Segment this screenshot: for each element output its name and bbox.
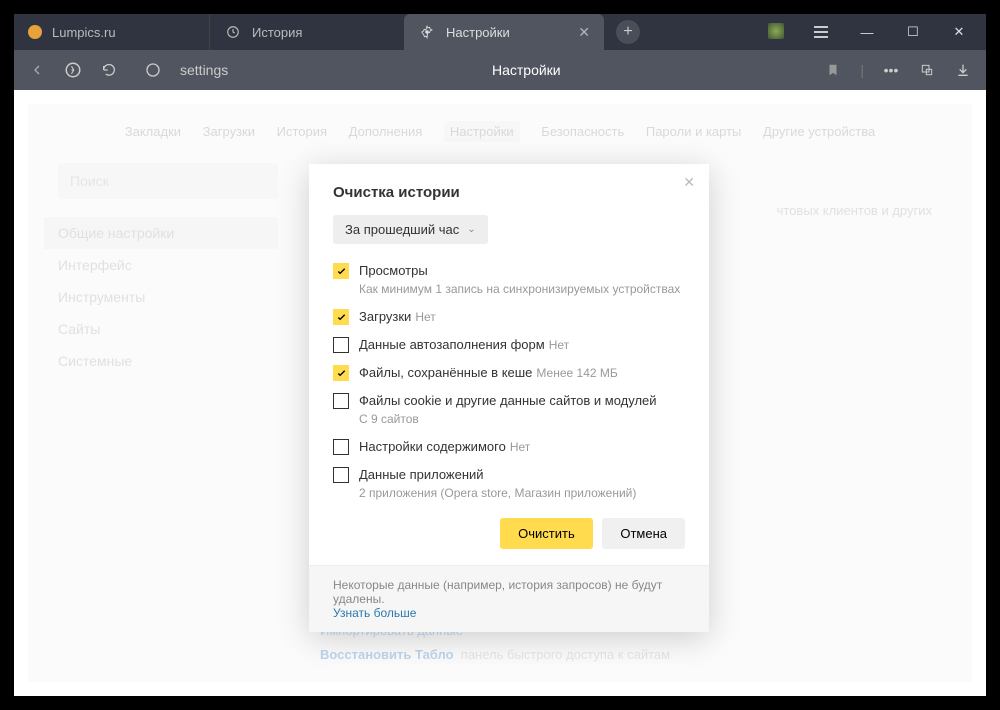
lock-icon [144,61,162,79]
maximize-icon[interactable]: ☐ [904,23,922,41]
option-label: Настройки содержимогоНет [359,438,530,456]
option-row: Данные приложений2 приложения (Opera sto… [333,466,685,502]
tab-strip: Lumpics.ru История Настройки ✕ + — ☐ ✕ [14,14,986,50]
more-icon[interactable]: ••• [882,61,900,79]
option-label: Данные автозаполнения формНет [359,336,569,354]
checkbox[interactable] [333,393,349,409]
tab-label: История [252,25,302,40]
gear-icon [418,23,436,41]
clock-icon [224,23,242,41]
download-icon[interactable] [954,61,972,79]
dropdown-value: За прошедший час [345,222,459,237]
address-bar: settings Настройки | ••• [14,50,986,90]
close-icon[interactable]: ✕ [683,174,695,191]
clear-button[interactable]: Очистить [500,518,593,549]
option-row: Данные автозаполнения формНет [333,336,685,354]
separator: | [860,62,864,78]
option-label: Файлы cookie и другие данные сайтов и мо… [359,392,657,428]
close-icon[interactable]: ✕ [578,24,590,41]
tab-label: Настройки [446,25,510,40]
extensions-icon[interactable] [918,61,936,79]
avatar-icon[interactable] [768,23,784,39]
close-window-icon[interactable]: ✕ [950,23,968,41]
checkbox[interactable] [333,365,349,381]
checkbox[interactable] [333,309,349,325]
option-label: Файлы, сохранённые в кешеМенее 142 МБ [359,364,618,382]
time-range-dropdown[interactable]: За прошедший час ⌄ [333,215,488,244]
reload-icon[interactable] [100,61,118,79]
menu-icon[interactable] [812,23,830,41]
footer-note: Некоторые данные (например, история запр… [333,578,662,606]
minimize-icon[interactable]: — [858,23,876,41]
checkbox[interactable] [333,263,349,279]
option-row: ПросмотрыКак минимум 1 запись на синхрон… [333,262,685,298]
back-icon[interactable] [28,61,46,79]
bookmark-icon[interactable] [824,61,842,79]
chevron-down-icon: ⌄ [467,224,475,235]
new-tab-button[interactable]: + [616,20,640,44]
option-label: ПросмотрыКак минимум 1 запись на синхрон… [359,262,680,298]
option-row: Файлы, сохранённые в кешеМенее 142 МБ [333,364,685,382]
option-row: Файлы cookie и другие данные сайтов и мо… [333,392,685,428]
checkbox[interactable] [333,467,349,483]
option-label: Данные приложений2 приложения (Opera sto… [359,466,636,502]
tab-settings[interactable]: Настройки ✕ [404,14,604,50]
option-label: ЗагрузкиНет [359,308,436,326]
url-text[interactable]: settings [180,62,228,78]
cancel-button[interactable]: Отмена [602,518,685,549]
clear-history-modal: ✕ Очистка истории За прошедший час ⌄ Про… [309,164,709,632]
yandex-icon[interactable] [64,61,82,79]
tab-lumpics[interactable]: Lumpics.ru [14,14,209,50]
tab-history[interactable]: История [209,14,404,50]
checkbox[interactable] [333,337,349,353]
site-icon [28,25,42,39]
page-title: Настройки [246,62,806,78]
modal-title: Очистка истории [333,184,685,201]
tab-label: Lumpics.ru [52,25,116,40]
option-row: ЗагрузкиНет [333,308,685,326]
option-row: Настройки содержимогоНет [333,438,685,456]
checkbox[interactable] [333,439,349,455]
learn-more-link[interactable]: Узнать больше [333,606,416,620]
